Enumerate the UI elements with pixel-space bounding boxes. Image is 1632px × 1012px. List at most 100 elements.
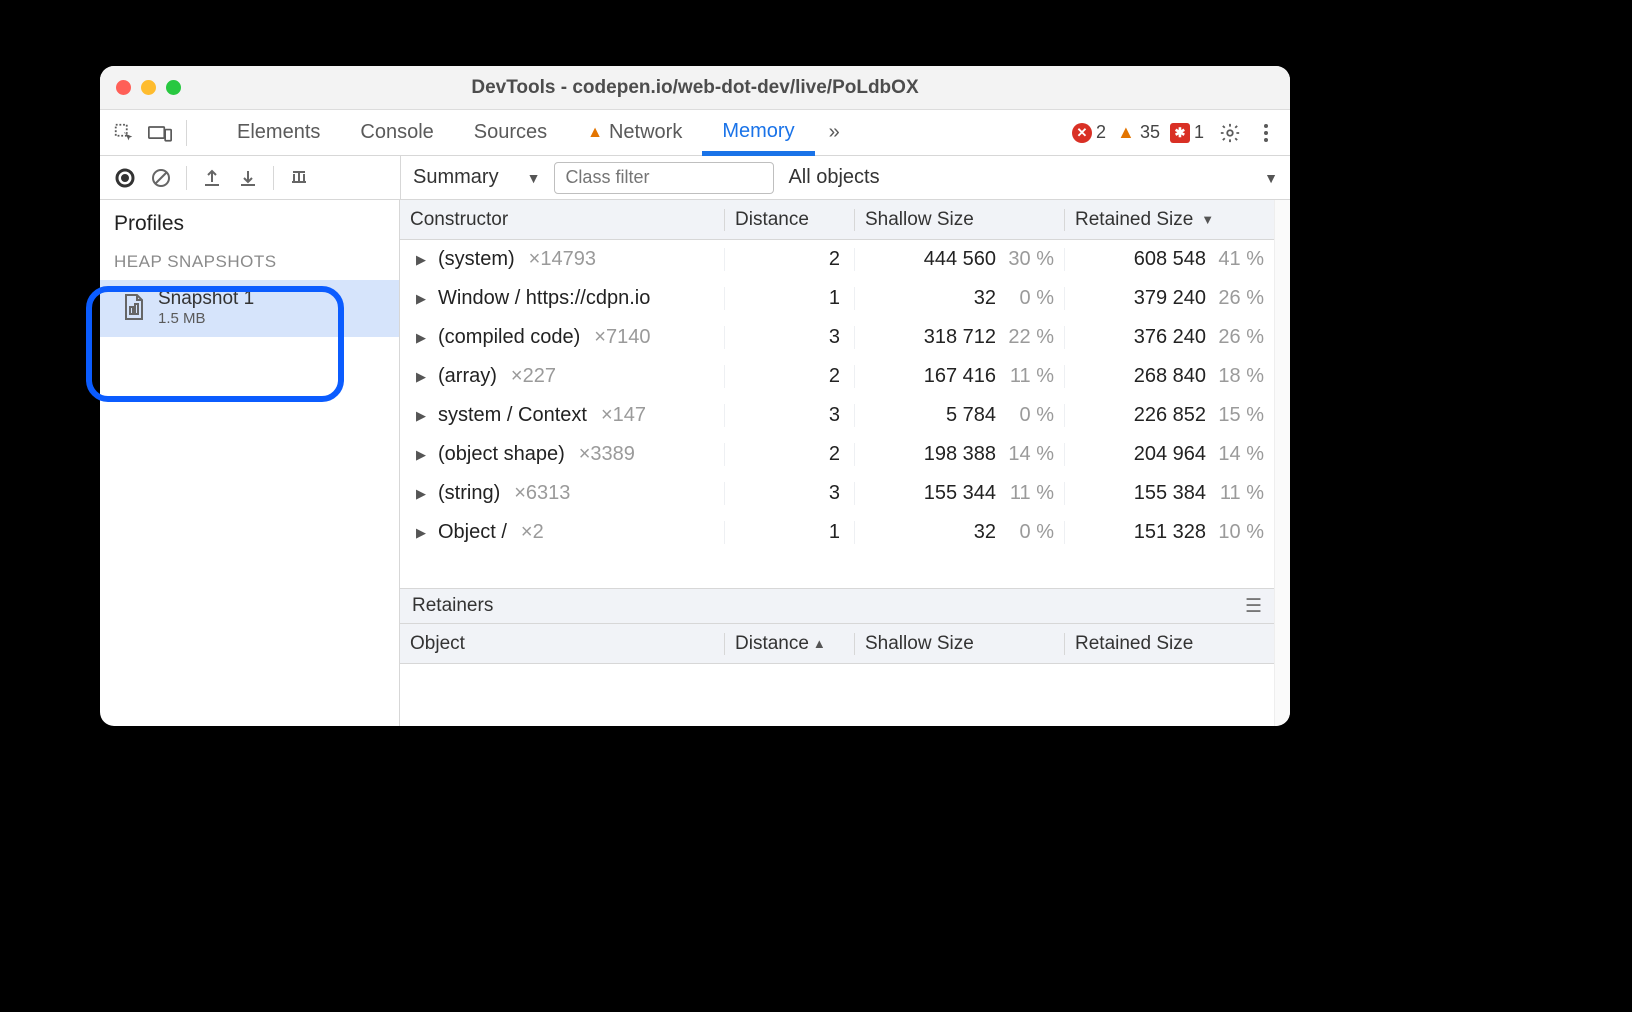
perspective-dropdown[interactable]: Summary ▼: [413, 166, 540, 189]
more-options-icon[interactable]: [1250, 117, 1282, 149]
memory-body: Profiles HEAP SNAPSHOTS Snapshot 1 1.5 M…: [100, 200, 1290, 726]
disclosure-triangle-icon[interactable]: ▶: [416, 486, 430, 502]
status-area: ✕ 2 ▲ 35 ✱ 1: [1072, 122, 1204, 143]
divider: [186, 120, 187, 146]
cell-distance: 2: [724, 248, 854, 271]
disclosure-triangle-icon[interactable]: ▶: [416, 369, 430, 385]
cell-retained: 376 24026 %: [1064, 326, 1274, 349]
cell-distance: 1: [724, 521, 854, 544]
constructor-name: (array): [438, 365, 497, 388]
table-row[interactable]: ▶ (system) ×14793 2 444 56030 % 608 5484…: [400, 240, 1274, 279]
cell-retained: 268 84018 %: [1064, 365, 1274, 388]
rcol-object[interactable]: Object: [400, 633, 724, 655]
load-profile-icon[interactable]: [197, 163, 227, 193]
constructor-count: ×7140: [594, 326, 650, 349]
table-row[interactable]: ▶ Object / ×2 1 320 % 151 32810 %: [400, 513, 1274, 552]
record-icon[interactable]: [110, 163, 140, 193]
tab-memory[interactable]: Memory: [702, 110, 814, 156]
clear-icon[interactable]: [146, 163, 176, 193]
col-distance[interactable]: Distance: [724, 209, 854, 231]
error-count[interactable]: ✕ 2: [1072, 122, 1106, 143]
divider: [273, 166, 274, 190]
cell-shallow: 318 71222 %: [854, 326, 1064, 349]
inspect-element-icon[interactable]: [108, 117, 140, 149]
cell-distance: 3: [724, 404, 854, 427]
overflow-glyph: »: [829, 121, 840, 143]
warning-count-value: 35: [1140, 122, 1160, 143]
view-controls: Summary ▼ All objects ▼: [400, 156, 1290, 199]
cell-distance: 1: [724, 287, 854, 310]
disclosure-triangle-icon[interactable]: ▶: [416, 525, 430, 541]
table-row[interactable]: ▶ (compiled code) ×7140 3 318 71222 % 37…: [400, 318, 1274, 357]
scrollbar[interactable]: [1274, 200, 1290, 726]
col-shallow-size[interactable]: Shallow Size: [854, 209, 1064, 231]
cell-shallow: 198 38814 %: [854, 443, 1064, 466]
collect-garbage-icon[interactable]: [284, 163, 314, 193]
disclosure-triangle-icon[interactable]: ▶: [416, 408, 430, 424]
tab-label: Elements: [237, 121, 320, 144]
device-toolbar-icon[interactable]: [144, 117, 176, 149]
cell-retained: 379 24026 %: [1064, 287, 1274, 310]
cell-retained: 151 32810 %: [1064, 521, 1274, 544]
table-row[interactable]: ▶ Window / https://cdpn.io 1 320 % 379 2…: [400, 279, 1274, 318]
col-retained-size[interactable]: Retained Size ▼: [1064, 209, 1274, 231]
rcol-shallow[interactable]: Shallow Size: [854, 633, 1064, 655]
perspective-label: Summary: [413, 166, 499, 189]
cell-distance: 2: [724, 365, 854, 388]
col-retained-label: Retained Size: [1075, 209, 1193, 231]
tab-sources[interactable]: Sources: [454, 110, 567, 156]
tab-console[interactable]: Console: [340, 110, 453, 156]
settings-icon[interactable]: [1214, 117, 1246, 149]
chevron-down-icon: ▼: [527, 170, 541, 186]
tab-network[interactable]: ▲ Network: [567, 110, 702, 156]
disclosure-triangle-icon[interactable]: ▶: [416, 330, 430, 346]
objects-scope-dropdown[interactable]: All objects: [788, 166, 879, 189]
tabs-overflow-button[interactable]: »: [819, 121, 850, 144]
table-body[interactable]: ▶ (system) ×14793 2 444 56030 % 608 5484…: [400, 240, 1274, 588]
tab-label: Sources: [474, 121, 547, 144]
table-row[interactable]: ▶ system / Context ×147 3 5 7840 % 226 8…: [400, 396, 1274, 435]
divider: [186, 166, 187, 190]
save-profile-icon[interactable]: [233, 163, 263, 193]
minimize-window-button[interactable]: [141, 80, 156, 95]
snapshot-item[interactable]: Snapshot 1 1.5 MB: [100, 280, 399, 337]
tab-elements[interactable]: Elements: [217, 110, 340, 156]
warning-count[interactable]: ▲ 35: [1116, 122, 1160, 143]
constructor-count: ×2: [521, 521, 544, 544]
disclosure-triangle-icon[interactable]: ▶: [416, 447, 430, 463]
constructor-name: (system): [438, 248, 515, 271]
rcol-retained[interactable]: Retained Size: [1064, 633, 1274, 655]
col-constructor[interactable]: Constructor: [400, 209, 724, 231]
cell-shallow: 167 41611 %: [854, 365, 1064, 388]
tab-label: Network: [609, 121, 682, 144]
panel-tabs: Elements Console Sources ▲ Network Memor…: [217, 110, 815, 156]
cell-shallow: 444 56030 %: [854, 248, 1064, 271]
cell-distance: 3: [724, 326, 854, 349]
constructor-count: ×3389: [579, 443, 635, 466]
constructor-name: (compiled code): [438, 326, 580, 349]
chevron-down-icon[interactable]: ▼: [1264, 170, 1278, 186]
cell-retained: 608 54841 %: [1064, 248, 1274, 271]
table-row[interactable]: ▶ (array) ×227 2 167 41611 % 268 84018 %: [400, 357, 1274, 396]
cell-shallow: 155 34411 %: [854, 482, 1064, 505]
table-row[interactable]: ▶ (string) ×6313 3 155 34411 % 155 38411…: [400, 474, 1274, 513]
class-filter-input[interactable]: [554, 162, 774, 194]
rcol-distance[interactable]: Distance ▲: [724, 633, 854, 655]
issues-count[interactable]: ✱ 1: [1170, 122, 1204, 143]
table-row[interactable]: ▶ (object shape) ×3389 2 198 38814 % 204…: [400, 435, 1274, 474]
zoom-window-button[interactable]: [166, 80, 181, 95]
rcol-distance-label: Distance: [735, 633, 809, 655]
window-controls: [100, 80, 181, 95]
profiles-label: Profiles: [100, 200, 399, 246]
constructor-name: (object shape): [438, 443, 565, 466]
constructor-count: ×6313: [514, 482, 570, 505]
disclosure-triangle-icon[interactable]: ▶: [416, 252, 430, 268]
retainers-header: Object Distance ▲ Shallow Size Retained …: [400, 624, 1274, 664]
retainers-menu-icon[interactable]: ☰: [1245, 595, 1262, 618]
constructor-count: ×147: [601, 404, 646, 427]
constructors-table: Constructor Distance Shallow Size Retain…: [400, 200, 1274, 588]
disclosure-triangle-icon[interactable]: ▶: [416, 291, 430, 307]
close-window-button[interactable]: [116, 80, 131, 95]
devtools-window: DevTools - codepen.io/web-dot-dev/live/P…: [100, 66, 1290, 726]
snapshot-text: Snapshot 1 1.5 MB: [158, 288, 254, 327]
